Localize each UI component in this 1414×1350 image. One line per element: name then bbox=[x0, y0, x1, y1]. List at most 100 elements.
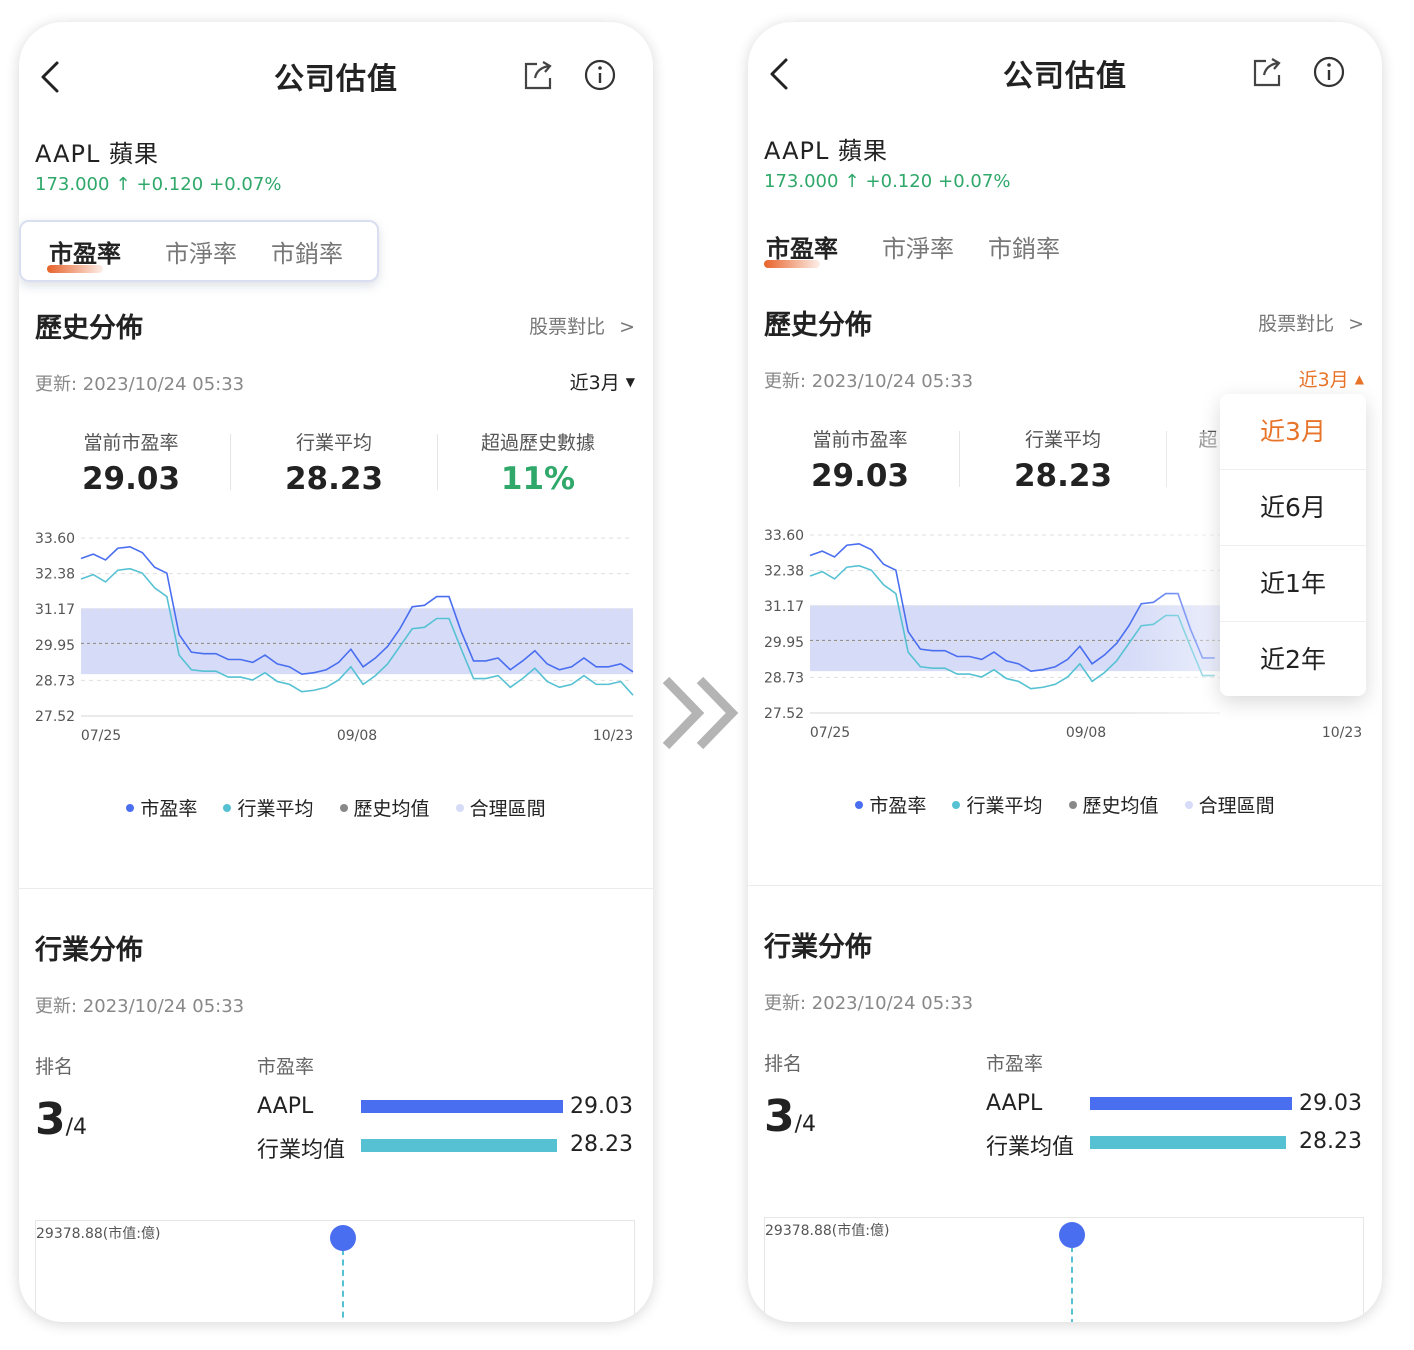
legend-label: 歷史均值 bbox=[1082, 795, 1159, 817]
tab-ps[interactable]: 市銷率 bbox=[988, 229, 1060, 264]
legend-item-pe: 市盈率 bbox=[855, 791, 926, 818]
caret-up-icon: ▲ bbox=[1354, 372, 1364, 386]
page-title: 公司估值 bbox=[1003, 59, 1127, 94]
bar-value-industry: 28.23 bbox=[1299, 1129, 1362, 1154]
chevron-right-icon: > bbox=[619, 316, 635, 338]
stock-change-pct: +0.07% bbox=[209, 174, 282, 195]
x-tick-label: 09/08 bbox=[337, 728, 377, 744]
caret-down-icon: ▼ bbox=[625, 375, 635, 389]
phone-screen-before: 公司估值 AAPL 蘋果 173.000 ↑ +0.120 +0.07% 市盈率 市淨… bbox=[19, 22, 653, 1322]
legend-dot bbox=[855, 801, 864, 809]
legend-item-industry: 行業平均 bbox=[223, 794, 313, 821]
scatter-point[interactable] bbox=[1059, 1222, 1085, 1248]
stock-change: +0.120 bbox=[136, 174, 204, 195]
stat-value: 28.23 bbox=[1013, 458, 1113, 494]
stat-current-pe: 當前市盈率 29.03 bbox=[760, 425, 960, 494]
stock-compare-link[interactable]: 股票對比 > bbox=[1258, 309, 1364, 336]
tab-ps[interactable]: 市銷率 bbox=[271, 234, 343, 269]
tab-pb[interactable]: 市淨率 bbox=[882, 229, 954, 264]
y-tick-label: 32.38 bbox=[35, 567, 75, 583]
legend-dot bbox=[223, 804, 232, 812]
chevron-right-icon: > bbox=[1348, 313, 1364, 335]
scatter-point[interactable] bbox=[330, 1225, 356, 1251]
stat-industry-avg: 行業平均 28.23 bbox=[234, 428, 434, 497]
x-tick-label: 07/25 bbox=[810, 725, 850, 741]
chart-legend: 市盈率 行業平均 歷史均值 合理區間 bbox=[748, 791, 1382, 818]
industry-update-time: 更新: 2023/10/24 05:33 bbox=[764, 993, 974, 1014]
stock-name: AAPL 蘋果 bbox=[35, 140, 159, 168]
period-label: 近3月 bbox=[569, 372, 620, 394]
period-selector[interactable]: 近3月 ▼ bbox=[570, 368, 635, 395]
y-tick-label: 33.60 bbox=[764, 528, 804, 544]
stat-value: 29.03 bbox=[81, 461, 181, 497]
history-update-time: 更新: 2023/10/24 05:33 bbox=[764, 371, 974, 392]
stat-label: 當前市盈率 bbox=[83, 432, 179, 454]
period-option-3m[interactable]: 近3月 bbox=[1220, 394, 1366, 470]
rank-label: 排名 bbox=[764, 1053, 803, 1075]
bar-name-aapl: AAPL bbox=[986, 1091, 1043, 1116]
stat-value: 11% bbox=[500, 461, 576, 497]
share-icon[interactable] bbox=[521, 58, 555, 92]
history-section-title: 歷史分佈 bbox=[35, 313, 143, 344]
reasonable-range-band bbox=[81, 608, 633, 675]
period-option-6m[interactable]: 近6月 bbox=[1220, 470, 1366, 546]
bar-value-aapl: 29.03 bbox=[570, 1094, 633, 1119]
metric-tabs: 市盈率 市淨率 市銷率 bbox=[748, 217, 1104, 275]
page-title: 公司估值 bbox=[274, 62, 398, 97]
legend-dot bbox=[126, 804, 135, 812]
y-tick-label: 29.95 bbox=[35, 638, 75, 654]
stat-value: 28.23 bbox=[284, 461, 384, 497]
bar-industry bbox=[361, 1139, 557, 1152]
bar-name-aapl: AAPL bbox=[257, 1094, 314, 1119]
period-selector[interactable]: 近3月 ▲ bbox=[1299, 365, 1364, 392]
legend-dot bbox=[455, 804, 464, 812]
y-tick-label: 29.95 bbox=[764, 635, 804, 651]
bar-aapl bbox=[361, 1100, 563, 1113]
y-tick-label: 27.52 bbox=[764, 706, 804, 722]
legend-item-pe: 市盈率 bbox=[126, 794, 197, 821]
scatter-caption: 29378.88(市值:億) bbox=[765, 1223, 890, 1239]
y-tick-label: 28.73 bbox=[764, 670, 804, 686]
metric-label: 市盈率 bbox=[257, 1056, 315, 1078]
legend-item-mean: 歷史均值 bbox=[1068, 791, 1159, 818]
legend-label: 行業平均 bbox=[237, 798, 314, 820]
info-icon[interactable] bbox=[583, 58, 617, 92]
legend-label: 行業平均 bbox=[966, 795, 1043, 817]
bar-name-industry: 行業均值 bbox=[986, 1135, 1075, 1160]
legend-item-range: 合理區間 bbox=[1184, 791, 1275, 818]
info-icon[interactable] bbox=[1312, 55, 1346, 89]
stock-price: 173.000 bbox=[35, 174, 110, 195]
legend-label: 合理區間 bbox=[469, 798, 546, 820]
metric-tabs: 市盈率 市淨率 市銷率 bbox=[19, 220, 379, 282]
y-tick-label: 27.52 bbox=[35, 709, 75, 725]
legend-dot bbox=[1184, 801, 1193, 809]
y-tick-label: 28.73 bbox=[35, 673, 75, 689]
rank-total: /4 bbox=[794, 1112, 817, 1137]
industry-scatter-chart: 29378.88(市值:億) bbox=[35, 1220, 635, 1322]
tab-pb[interactable]: 市淨率 bbox=[165, 234, 237, 269]
stock-name: AAPL 蘋果 bbox=[764, 137, 888, 165]
section-divider bbox=[748, 885, 1382, 886]
legend-item-mean: 歷史均值 bbox=[339, 794, 430, 821]
industry-section-title: 行業分佈 bbox=[35, 935, 143, 966]
tab-pe[interactable]: 市盈率 bbox=[764, 229, 838, 268]
stock-compare-label: 股票對比 bbox=[529, 316, 606, 338]
y-tick-label: 31.17 bbox=[35, 602, 75, 618]
period-option-1y[interactable]: 近1年 bbox=[1220, 546, 1366, 622]
industry-scatter-chart: 29378.88(市值:億) bbox=[764, 1217, 1364, 1322]
stat-over-history: 超過歷史數據 11% bbox=[438, 428, 638, 497]
legend-dot bbox=[952, 801, 961, 809]
stock-compare-link[interactable]: 股票對比 > bbox=[529, 312, 635, 339]
stat-current-pe: 當前市盈率 29.03 bbox=[31, 428, 231, 497]
share-icon[interactable] bbox=[1250, 55, 1284, 89]
section-divider bbox=[19, 888, 653, 889]
scatter-guide-line bbox=[1071, 1246, 1073, 1322]
legend-label: 市盈率 bbox=[140, 798, 198, 820]
tab-pe[interactable]: 市盈率 bbox=[47, 234, 121, 273]
reasonable-range-band bbox=[810, 605, 1220, 672]
bar-name-industry: 行業均值 bbox=[257, 1138, 346, 1163]
stock-compare-label: 股票對比 bbox=[1258, 313, 1335, 335]
period-option-2y[interactable]: 近2年 bbox=[1220, 622, 1366, 697]
stock-price: 173.000 bbox=[764, 171, 839, 192]
scatter-guide-line bbox=[342, 1249, 344, 1322]
